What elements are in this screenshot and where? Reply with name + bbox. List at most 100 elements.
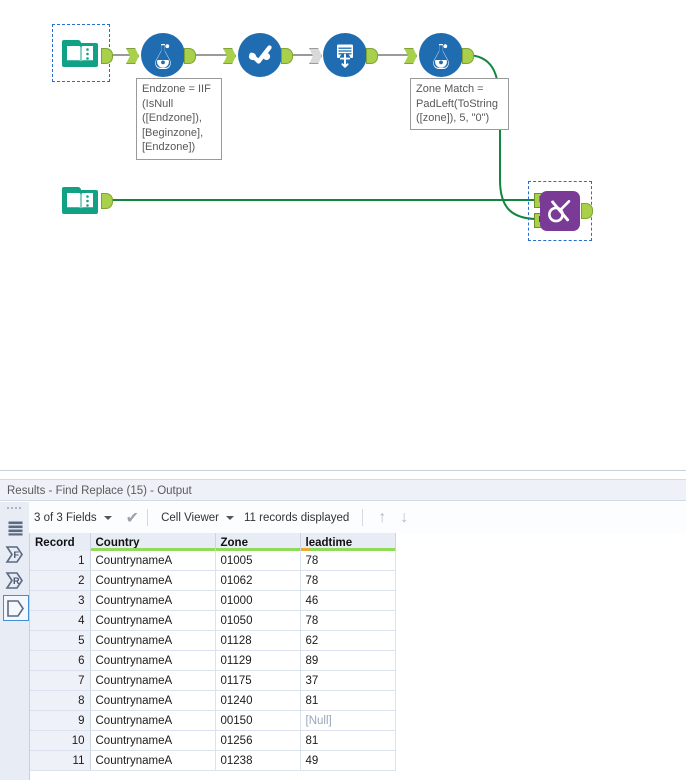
arrow-down-icon[interactable]: ↓	[400, 509, 408, 527]
output-anchor-select[interactable]	[281, 48, 293, 64]
cell-country[interactable]: CountrynameA	[90, 710, 216, 731]
column-header-leadtime[interactable]: leadtime	[300, 533, 396, 551]
arrow-up-icon[interactable]: ↑	[378, 509, 386, 527]
cell-leadtime[interactable]: 78	[300, 610, 396, 631]
column-quality-bar-leadtime	[300, 548, 395, 551]
table-row[interactable]: 10 CountrynameA 01256 81	[30, 730, 396, 751]
records-displayed-label: 11 records displayed	[244, 511, 350, 524]
cell-leadtime[interactable]: 49	[300, 750, 396, 771]
cell-viewer-selector[interactable]: Cell Viewer	[156, 512, 239, 524]
cell-leadtime[interactable]: 37	[300, 670, 396, 691]
cell-leadtime[interactable]: 78	[300, 551, 396, 571]
table-row[interactable]: 2 CountrynameA 01062 78	[30, 570, 396, 591]
sidebar-anchor-r[interactable]: R	[3, 568, 27, 592]
column-header-country[interactable]: Country	[90, 533, 216, 551]
cell-zone[interactable]: 01062	[215, 570, 301, 591]
annotation-endzone[interactable]: Endzone = IIF (IsNull ([Endzone]), [Begi…	[136, 78, 222, 160]
results-panel: Results - Find Replace (15) - Output F R…	[0, 470, 686, 780]
cell-country[interactable]: CountrynameA	[90, 610, 216, 631]
table-row[interactable]: 4 CountrynameA 01050 78	[30, 610, 396, 631]
tool-select[interactable]	[238, 33, 282, 77]
sidebar-grip-icon[interactable]	[6, 506, 23, 510]
cell-zone[interactable]: 01005	[215, 551, 301, 571]
cell-zone[interactable]: 01129	[215, 650, 301, 671]
tool-formula-zonematch[interactable]	[419, 33, 463, 77]
table-body: 1 CountrynameA 01005 78 2 CountrynameA 01062 78…	[30, 551, 396, 771]
cell-record[interactable]: 3	[30, 590, 91, 611]
cell-leadtime[interactable]: 89	[300, 650, 396, 671]
cell-zone[interactable]: 01238	[215, 750, 301, 771]
cell-leadtime[interactable]: 46	[300, 590, 396, 611]
table-row[interactable]: 5 CountrynameA 01128 62	[30, 630, 396, 651]
cell-country[interactable]: CountrynameA	[90, 750, 216, 771]
table-row[interactable]: 6 CountrynameA 01129 89	[30, 650, 396, 671]
tool-find-replace[interactable]	[538, 189, 582, 233]
column-header-zone[interactable]: Zone	[215, 533, 301, 551]
cell-zone[interactable]: 01175	[215, 670, 301, 691]
output-anchor-formula-zonematch[interactable]	[462, 48, 474, 64]
output-anchor-input-data-bottom[interactable]	[101, 193, 113, 209]
cell-record[interactable]: 7	[30, 670, 91, 691]
check-icon[interactable]: ✔	[126, 508, 139, 528]
cell-record[interactable]: 1	[30, 551, 91, 571]
tool-formula-endzone[interactable]	[141, 33, 185, 77]
cell-country[interactable]: CountrynameA	[90, 670, 216, 691]
results-data-grid[interactable]: Record Country Zone leadtime 1 Countryna…	[30, 533, 686, 780]
cell-zone[interactable]: 01000	[215, 590, 301, 611]
sidebar-data-icon[interactable]	[3, 516, 27, 540]
sidebar-anchor-f[interactable]: F	[3, 542, 27, 566]
toolbar-divider	[147, 509, 149, 526]
cell-country[interactable]: CountrynameA	[90, 730, 216, 751]
table-row[interactable]: 3 CountrynameA 01000 46	[30, 590, 396, 611]
annotation-zonematch[interactable]: Zone Match = PadLeft(ToString ([zone]), …	[410, 78, 509, 130]
table-row[interactable]: 7 CountrynameA 01175 37	[30, 670, 396, 691]
sidebar-anchor-output[interactable]	[3, 595, 29, 621]
table-row[interactable]: 9 CountrynameA 00150 [Null]	[30, 710, 396, 731]
tool-union[interactable]	[323, 33, 367, 77]
anchor-output-icon	[7, 599, 24, 617]
cell-record[interactable]: 4	[30, 610, 91, 631]
cell-leadtime[interactable]: 81	[300, 690, 396, 711]
cell-record[interactable]: 9	[30, 710, 91, 731]
cell-leadtime[interactable]: 62	[300, 630, 396, 651]
cell-country[interactable]: CountrynameA	[90, 650, 216, 671]
table-row[interactable]: 8 CountrynameA 01240 81	[30, 690, 396, 711]
cell-viewer-label: Cell Viewer	[161, 511, 220, 524]
cell-country[interactable]: CountrynameA	[90, 551, 216, 571]
column-header-record[interactable]: Record	[30, 533, 91, 551]
cell-record[interactable]: 2	[30, 570, 91, 591]
cell-zone[interactable]: 00150	[215, 710, 301, 731]
cell-country[interactable]: CountrynameA	[90, 630, 216, 651]
cell-country[interactable]: CountrynameA	[90, 690, 216, 711]
workflow-canvas[interactable]: F R Endzone = IIF (IsNull ([Endzone]), […	[0, 0, 686, 470]
tool-input-data-top[interactable]	[58, 31, 102, 75]
cell-country[interactable]: CountrynameA	[90, 590, 216, 611]
cell-record[interactable]: 8	[30, 690, 91, 711]
cell-record[interactable]: 10	[30, 730, 91, 751]
output-anchor-find-replace[interactable]	[581, 203, 593, 219]
anchor-f-icon: F	[5, 545, 23, 563]
cell-record[interactable]: 11	[30, 750, 91, 771]
table-row[interactable]: 1 CountrynameA 01005 78	[30, 551, 396, 571]
cell-leadtime[interactable]: 78	[300, 570, 396, 591]
cell-leadtime[interactable]: [Null]	[300, 710, 396, 731]
cell-record[interactable]: 5	[30, 630, 91, 651]
cell-record[interactable]: 6	[30, 650, 91, 671]
svg-text:F: F	[14, 550, 20, 560]
results-panel-title: Results - Find Replace (15) - Output	[0, 479, 686, 501]
output-anchor-union[interactable]	[366, 48, 378, 64]
cell-leadtime[interactable]: 81	[300, 730, 396, 751]
union-icon	[323, 33, 367, 77]
fields-selector[interactable]: 3 of 3 Fields	[29, 512, 117, 524]
cell-country[interactable]: CountrynameA	[90, 570, 216, 591]
cell-zone[interactable]: 01240	[215, 690, 301, 711]
chevron-down-icon	[103, 515, 112, 520]
tool-input-data-bottom[interactable]	[58, 178, 102, 222]
table-row[interactable]: 11 CountrynameA 01238 49	[30, 750, 396, 771]
output-anchor-input-data-top[interactable]	[101, 48, 113, 64]
output-anchor-formula-endzone[interactable]	[184, 48, 196, 64]
cell-zone[interactable]: 01128	[215, 630, 301, 651]
cell-zone[interactable]: 01050	[215, 610, 301, 631]
cell-zone[interactable]: 01256	[215, 730, 301, 751]
toolbar-divider	[362, 509, 364, 526]
